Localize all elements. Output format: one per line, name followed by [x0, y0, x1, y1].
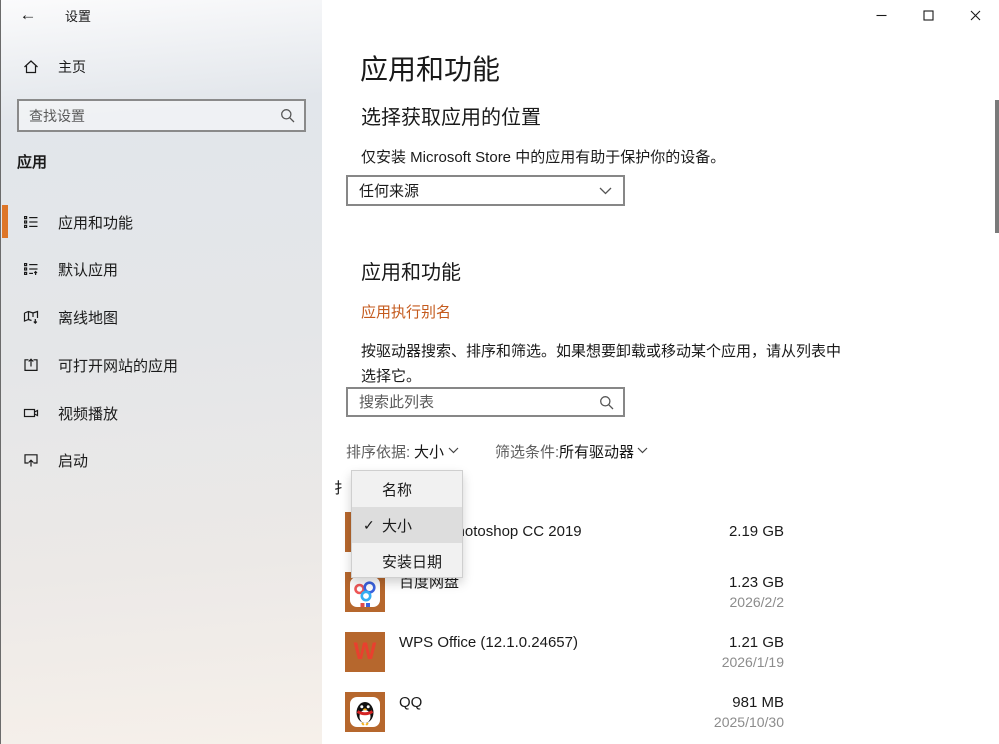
app-source-dropdown[interactable]: 任何来源 [346, 175, 625, 206]
video-playback-icon [23, 405, 39, 421]
search-icon[interactable] [599, 395, 614, 410]
menu-item-label: 安装日期 [382, 551, 442, 572]
close-button[interactable] [952, 0, 999, 30]
offline-maps-icon [23, 309, 39, 325]
sidebar-item-default-apps[interactable]: 默认应用 [1, 249, 322, 289]
sort-menu-item-size[interactable]: ✓ 大小 [352, 507, 462, 543]
sidebar-item-offline-maps[interactable]: 离线地图 [1, 297, 322, 337]
app-size: 981 MB [621, 695, 784, 711]
sidebar-section-apps: 应用 [17, 151, 47, 172]
apps-description-line1: 按驱动器搜索、排序和筛选。如果想要卸载或移动某个应用，请从列表中 [361, 340, 841, 361]
app-execution-aliases-link[interactable]: 应用执行别名 [361, 301, 451, 322]
filter-chevron-down-icon[interactable] [637, 447, 648, 454]
wps-office-app-icon: W [345, 632, 385, 672]
startup-icon [23, 452, 39, 468]
app-install-date: 2025/10/30 [621, 714, 784, 730]
checkmark-icon: ✓ [363, 517, 375, 534]
page-title: 应用和功能 [360, 48, 500, 88]
main-content: 应用和功能 选择获取应用的位置 仅安装 Microsoft Store 中的应用… [322, 0, 999, 744]
sort-chevron-down-icon[interactable] [448, 447, 459, 454]
vertical-scrollbar-thumb[interactable] [995, 100, 999, 233]
app-size: 2.19 GB [621, 524, 784, 540]
sort-dropdown-menu: 名称 ✓ 大小 安装日期 [351, 470, 463, 578]
filter-by-label: 筛选条件: [495, 441, 559, 462]
home-icon [23, 59, 39, 75]
sidebar-item-label: 应用和功能 [58, 212, 133, 233]
sidebar: ← 设置 主页 应用 [1, 0, 322, 744]
minimize-button[interactable] [858, 0, 905, 30]
choose-source-heading: 选择获取应用的位置 [361, 101, 541, 130]
covered-text-fragment: 扌 [334, 477, 349, 498]
settings-search-input[interactable] [19, 108, 280, 124]
window-controls [858, 0, 999, 30]
app-name: WPS Office (12.1.0.24657) [399, 635, 578, 651]
sidebar-item-label: 离线地图 [58, 307, 118, 328]
sidebar-item-label: 启动 [58, 450, 88, 471]
sidebar-item-label: 可打开网站的应用 [58, 355, 178, 376]
sort-menu-item-install-date[interactable]: 安装日期 [352, 543, 462, 579]
choose-source-description: 仅安装 Microsoft Store 中的应用有助于保护你的设备。 [361, 146, 725, 167]
apps-for-websites-icon [23, 357, 39, 373]
sidebar-item-startup[interactable]: 启动 [1, 440, 322, 480]
app-row-qq[interactable]: QQ 981 MB 2025/10/30 [322, 692, 999, 744]
app-source-dropdown-value: 任何来源 [348, 180, 599, 201]
apps-description-line2: 选择它。 [361, 365, 421, 386]
sidebar-item-label: 主页 [58, 57, 86, 77]
qq-app-icon [345, 692, 385, 732]
settings-search-box [17, 99, 306, 132]
app-row-wps-office[interactable]: W WPS Office (12.1.0.24657) 1.21 GB 2026… [322, 632, 999, 692]
window-title: 设置 [65, 6, 91, 25]
sidebar-item-home[interactable]: 主页 [1, 47, 322, 87]
settings-window: ← 设置 主页 应用 [0, 0, 999, 744]
menu-item-label: 名称 [382, 479, 412, 500]
chevron-down-icon [599, 187, 612, 195]
app-install-date: 2026/1/19 [621, 654, 784, 670]
default-apps-icon [23, 261, 39, 277]
search-icon[interactable] [280, 108, 295, 123]
app-size: 1.23 GB [621, 575, 784, 591]
sidebar-item-video-playback[interactable]: 视频播放 [1, 393, 322, 433]
sidebar-item-label: 默认应用 [58, 259, 118, 280]
menu-item-label: 大小 [382, 515, 412, 536]
sort-filter-row: 排序依据: 大小 筛选条件: 所有驱动器 [322, 441, 999, 461]
app-install-date: 2026/2/2 [621, 594, 784, 610]
sort-by-value[interactable]: 大小 [414, 441, 444, 462]
apps-features-heading: 应用和功能 [361, 256, 461, 285]
app-name: QQ [399, 695, 422, 711]
sidebar-item-apps-for-websites[interactable]: 可打开网站的应用 [1, 345, 322, 385]
sidebar-item-label: 视频播放 [58, 403, 118, 424]
back-button[interactable]: ← [13, 1, 43, 29]
app-row-baidu-netdisk[interactable]: 百度网盘 1.23 GB 2026/2/2 [322, 572, 999, 632]
sidebar-item-apps-features[interactable]: 应用和功能 [1, 202, 322, 242]
app-size: 1.21 GB [621, 635, 784, 651]
sort-menu-item-name[interactable]: 名称 [352, 471, 462, 507]
app-list-search-box [346, 387, 625, 417]
maximize-button[interactable] [905, 0, 952, 30]
filter-by-value[interactable]: 所有驱动器 [559, 441, 634, 462]
sort-by-label: 排序依据: [346, 441, 410, 462]
app-list-search-input[interactable] [348, 394, 599, 411]
apps-features-icon [23, 214, 39, 230]
